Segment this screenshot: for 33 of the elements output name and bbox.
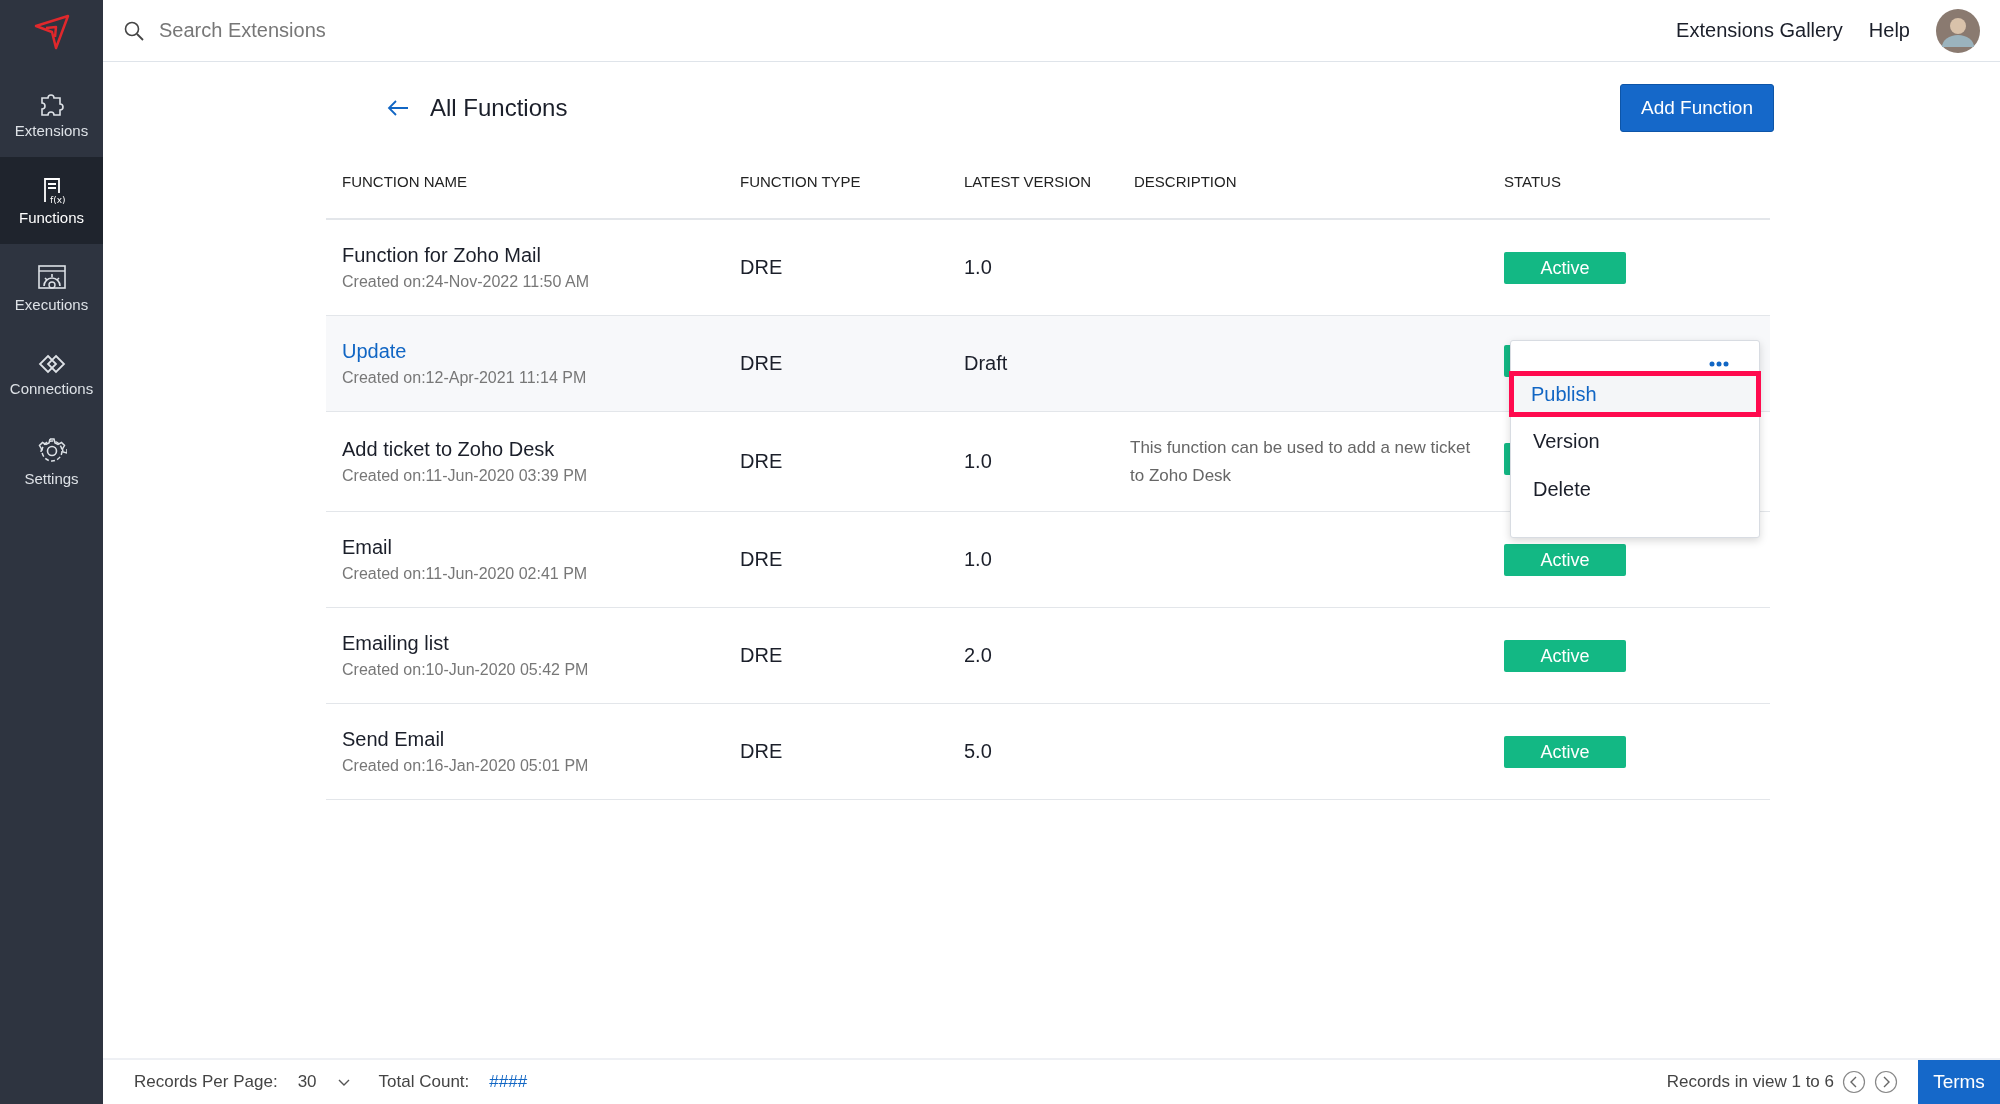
version: 5.0 — [964, 740, 992, 762]
status-badge: Active — [1504, 735, 1626, 768]
function-type: DRE — [740, 548, 783, 570]
version: 1.0 — [964, 548, 992, 570]
function-type: DRE — [740, 256, 783, 278]
total-label: Total Count: — [378, 1072, 470, 1092]
status-badge: Active — [1504, 543, 1626, 576]
page-title: All Functions — [430, 94, 568, 122]
description: This function can be used to add a new ticket to Zoho Desk — [1130, 436, 1471, 487]
created-date: Created on:11-Jun-2020 03:39 PM — [342, 467, 589, 485]
function-type: DRE — [740, 644, 783, 666]
column-header: FUNCTION TYPE — [739, 172, 862, 190]
column-header: FUNCTION NAME — [341, 172, 468, 190]
function-type: DRE — [740, 740, 783, 762]
created-date: Created on:24-Nov-2022 11:50 AM — [342, 273, 590, 291]
version: Draft — [964, 352, 1008, 374]
version: 1.0 — [964, 256, 992, 278]
column-header: DESCRIPTION — [1133, 172, 1238, 190]
status-badge: Active — [1504, 251, 1626, 284]
function-type: DRE — [740, 450, 783, 472]
version: 2.0 — [964, 644, 992, 666]
per-page-label: Records Per Page: — [134, 1072, 278, 1092]
status-badge: Active — [1504, 639, 1626, 672]
column-header: STATUS — [1503, 172, 1562, 190]
function-type: DRE — [740, 352, 783, 374]
records-range: Records in view 1 to 6 — [1666, 1072, 1834, 1092]
created-date: Created on:10-Jun-2020 05:42 PM — [342, 661, 590, 679]
total-count: #### — [489, 1072, 528, 1092]
created-date: Created on:16-Jan-2020 05:01 PM — [342, 757, 590, 775]
column-header: LATEST VERSION — [964, 172, 1092, 190]
version: 1.0 — [964, 450, 992, 472]
created-date: Created on:11-Jun-2020 02:41 PM — [342, 565, 589, 583]
created-date: Created on:12-Apr-2021 11:14 PM — [342, 369, 588, 387]
